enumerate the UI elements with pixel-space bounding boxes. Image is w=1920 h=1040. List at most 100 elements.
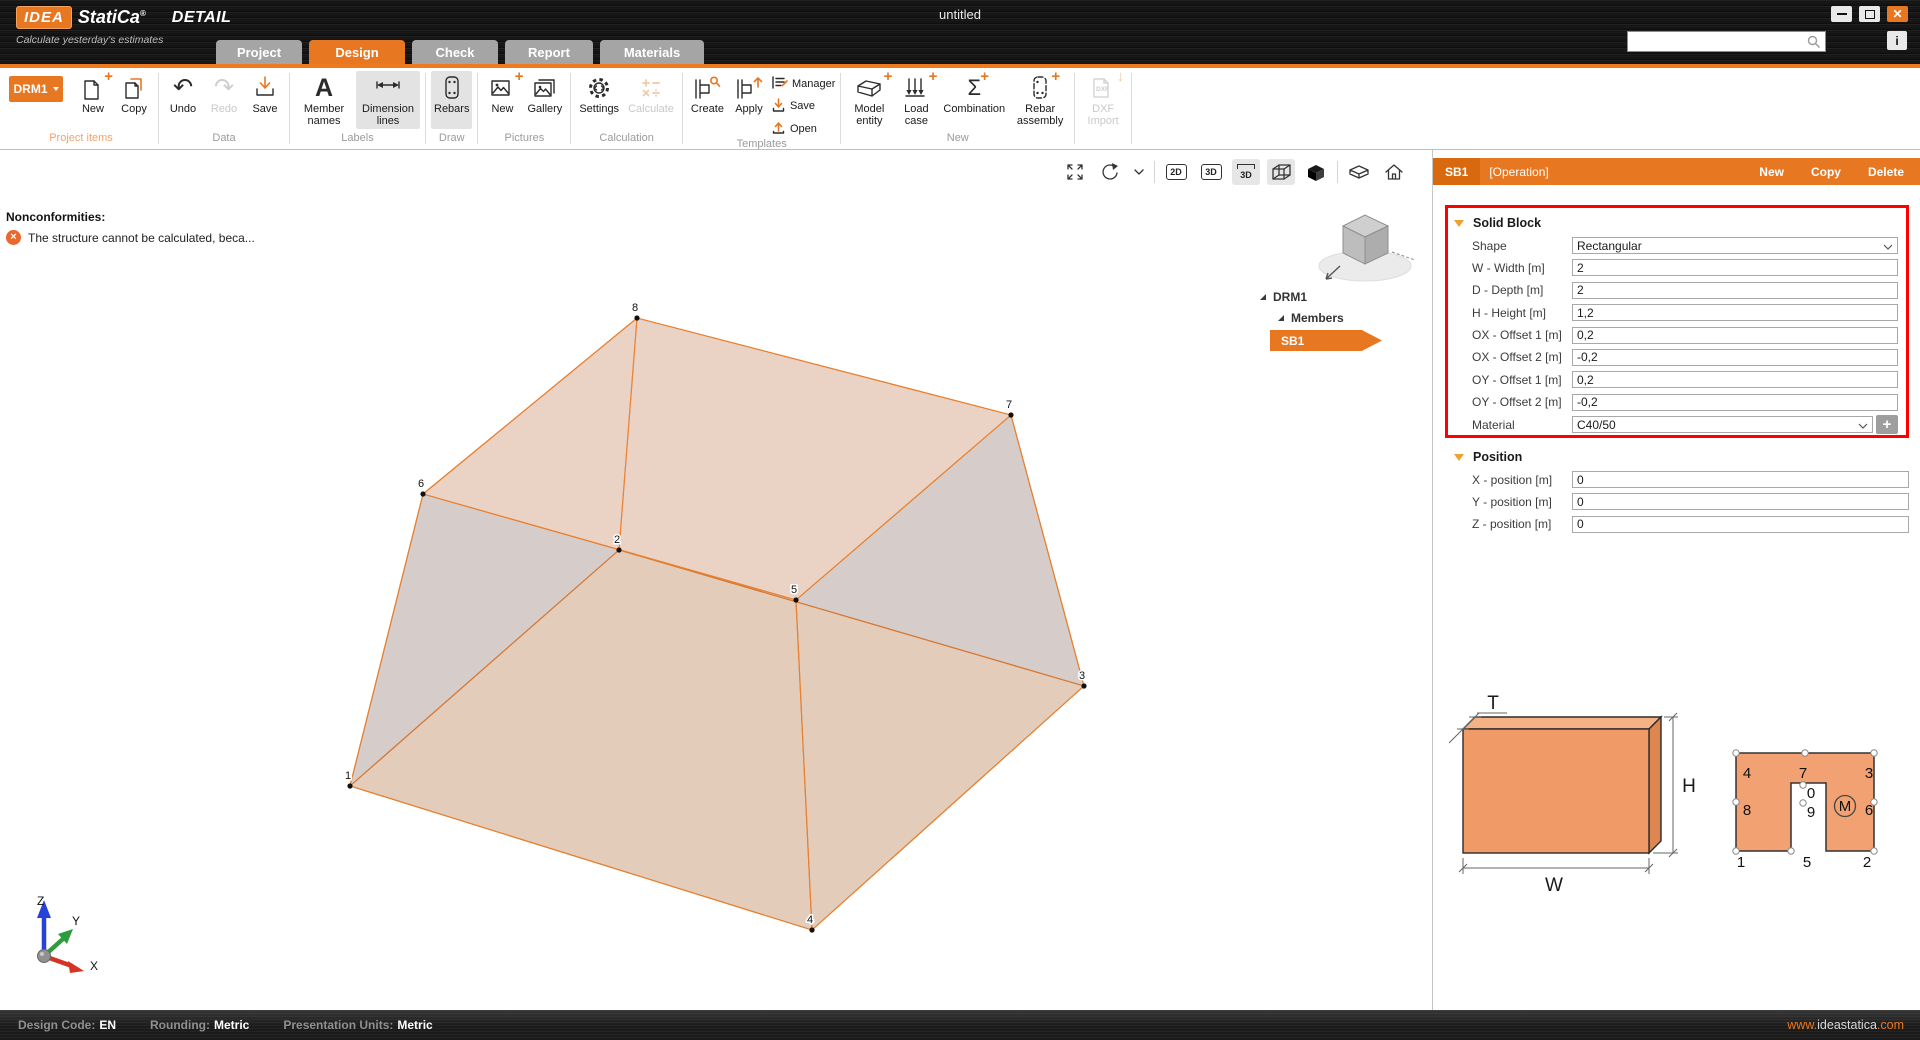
wireframe-view-button[interactable] [1267, 159, 1295, 185]
x-position-input[interactable]: 0 [1572, 471, 1909, 488]
ox-offset1-input[interactable]: 0,2 [1572, 327, 1898, 344]
settings-button[interactable]: Settings [576, 71, 622, 129]
template-create-button[interactable]: Create [688, 71, 727, 129]
home-view-button[interactable] [1380, 159, 1408, 185]
group-label: Calculation [576, 132, 677, 149]
svg-text:2: 2 [1863, 854, 1871, 871]
info-button[interactable]: i [1887, 31, 1907, 50]
property-row: Z - position [m] 0 [1454, 516, 1909, 533]
tab-project[interactable]: Project [216, 40, 302, 64]
rotate-options-button[interactable] [1131, 159, 1147, 185]
shape-select[interactable]: Rectangular [1572, 237, 1898, 254]
website-link[interactable]: www.ideastatica.com [1787, 1018, 1904, 1032]
template-apply-button[interactable]: Apply [730, 71, 768, 129]
property-row: Shape Rectangular [1454, 237, 1898, 254]
new-picture-button[interactable]: + New [483, 71, 521, 129]
axis-triad: Z Y X [22, 892, 114, 984]
solid-block-svg[interactable]: 12345678 [0, 150, 1432, 1010]
material-select[interactable]: C40/50 [1572, 416, 1873, 433]
property-row: OX - Offset 1 [m] 0,2 [1454, 327, 1898, 344]
width-input[interactable]: 2 [1572, 259, 1898, 276]
minimize-button[interactable] [1831, 6, 1852, 22]
template-save-button[interactable]: Save [771, 97, 835, 116]
oy-offset2-input[interactable]: -0,2 [1572, 394, 1898, 411]
rotate-view-button[interactable] [1096, 159, 1124, 185]
member-names-button[interactable]: A Member names [295, 71, 353, 129]
svg-text:8: 8 [632, 302, 638, 314]
expand-icon[interactable] [1260, 294, 1266, 300]
z-position-input[interactable]: 0 [1572, 516, 1909, 533]
maximize-button[interactable] [1859, 6, 1880, 22]
calculate-button[interactable]: Calculate [625, 71, 677, 129]
search-icon[interactable] [1806, 34, 1822, 50]
tagline: Calculate yesterday's estimates [16, 34, 231, 46]
3d-dimensions-icon: 3D [1237, 164, 1255, 180]
ox-offset2-input[interactable]: -0,2 [1572, 349, 1898, 366]
model-viewport[interactable]: 12345678 Nonconformities: × The structur… [0, 150, 1432, 1010]
copy-project-item-button[interactable]: Copy [115, 71, 153, 129]
new-project-item-button[interactable]: + New [74, 71, 112, 129]
dimension-lines-button[interactable]: Dimension lines [356, 71, 420, 129]
home-icon [1383, 162, 1405, 182]
zoom-fit-button[interactable] [1061, 159, 1089, 185]
navigation-cube[interactable] [1312, 202, 1420, 294]
close-button[interactable]: ✕ [1887, 6, 1908, 22]
template-open-button[interactable]: Open [771, 119, 835, 138]
gallery-button[interactable]: Gallery [524, 71, 565, 129]
depth-input[interactable]: 2 [1572, 282, 1898, 299]
view-2d-button[interactable]: 2D [1162, 159, 1190, 185]
operation-copy-button[interactable]: Copy [1811, 165, 1841, 179]
save-button[interactable]: Save [246, 71, 284, 129]
tree-item-drm1[interactable]: DRM1 [1240, 286, 1404, 307]
ribbon-separator [1131, 73, 1132, 144]
svg-text:DXF: DXF [1096, 86, 1109, 93]
3d-icon: 3D [1201, 164, 1222, 180]
redo-button[interactable]: ↷ Redo [205, 71, 243, 129]
image-icon: + [489, 73, 515, 103]
tab-check[interactable]: Check [412, 40, 498, 64]
section-view-button[interactable] [1345, 159, 1373, 185]
tab-materials[interactable]: Materials [600, 40, 704, 64]
svg-text:0: 0 [1807, 785, 1815, 802]
svg-text:9: 9 [1807, 804, 1815, 821]
operation-id: SB1 [1433, 158, 1480, 185]
add-material-button[interactable]: + [1876, 415, 1898, 434]
project-item-selector[interactable]: DRM1 [9, 76, 63, 102]
dimensions-3d-button[interactable]: 3D [1232, 159, 1260, 185]
combination-button[interactable]: Σ+ Combination [940, 71, 1008, 129]
operation-delete-button[interactable]: Delete [1868, 165, 1904, 179]
oy-offset1-input[interactable]: 0,2 [1572, 371, 1898, 388]
gallery-icon [531, 73, 559, 103]
undo-button[interactable]: ↶ Undo [164, 71, 202, 129]
presentation-units-value[interactable]: Metric [397, 1018, 432, 1032]
svg-text:6: 6 [1865, 802, 1873, 819]
design-code-value[interactable]: EN [99, 1018, 116, 1032]
height-input[interactable]: 1,2 [1572, 304, 1898, 321]
solid-view-button[interactable] [1302, 159, 1330, 185]
solid-block-section-header[interactable]: Solid Block [1454, 213, 1898, 233]
rebar-assembly-button[interactable]: + Rebar assembly [1011, 71, 1069, 129]
rounding-value[interactable]: Metric [214, 1018, 249, 1032]
tab-report[interactable]: Report [505, 40, 593, 64]
load-case-button[interactable]: + Load case [895, 71, 937, 129]
y-position-input[interactable]: 0 [1572, 493, 1909, 510]
dxf-import-button[interactable]: DXF ↓ DXF Import [1080, 71, 1126, 129]
chevron-down-icon [1858, 418, 1868, 432]
expand-icon[interactable] [1278, 315, 1284, 321]
template-manager-button[interactable]: Manager [771, 74, 835, 93]
tree-item-sb1-selected[interactable]: SB1 [1270, 330, 1382, 351]
tab-design[interactable]: Design [309, 40, 405, 64]
search-box [1627, 31, 1826, 52]
collapse-icon [1454, 220, 1464, 227]
search-input[interactable] [1628, 34, 1806, 49]
tree-item-members[interactable]: Members [1240, 307, 1404, 328]
ribbon-group-calculation: Settings Calculate Calculation [571, 68, 682, 149]
nonconformity-message[interactable]: The structure cannot be calculated, beca… [28, 231, 255, 245]
position-section-header[interactable]: Position [1454, 447, 1909, 467]
operation-new-button[interactable]: New [1759, 165, 1784, 179]
rebars-button[interactable]: Rebars [431, 71, 472, 129]
model-entity-button[interactable]: + Model entity [846, 71, 892, 129]
view-3d-button[interactable]: 3D [1197, 159, 1225, 185]
property-row: H - Height [m] 1,2 [1454, 304, 1898, 321]
gear-icon [585, 73, 613, 103]
